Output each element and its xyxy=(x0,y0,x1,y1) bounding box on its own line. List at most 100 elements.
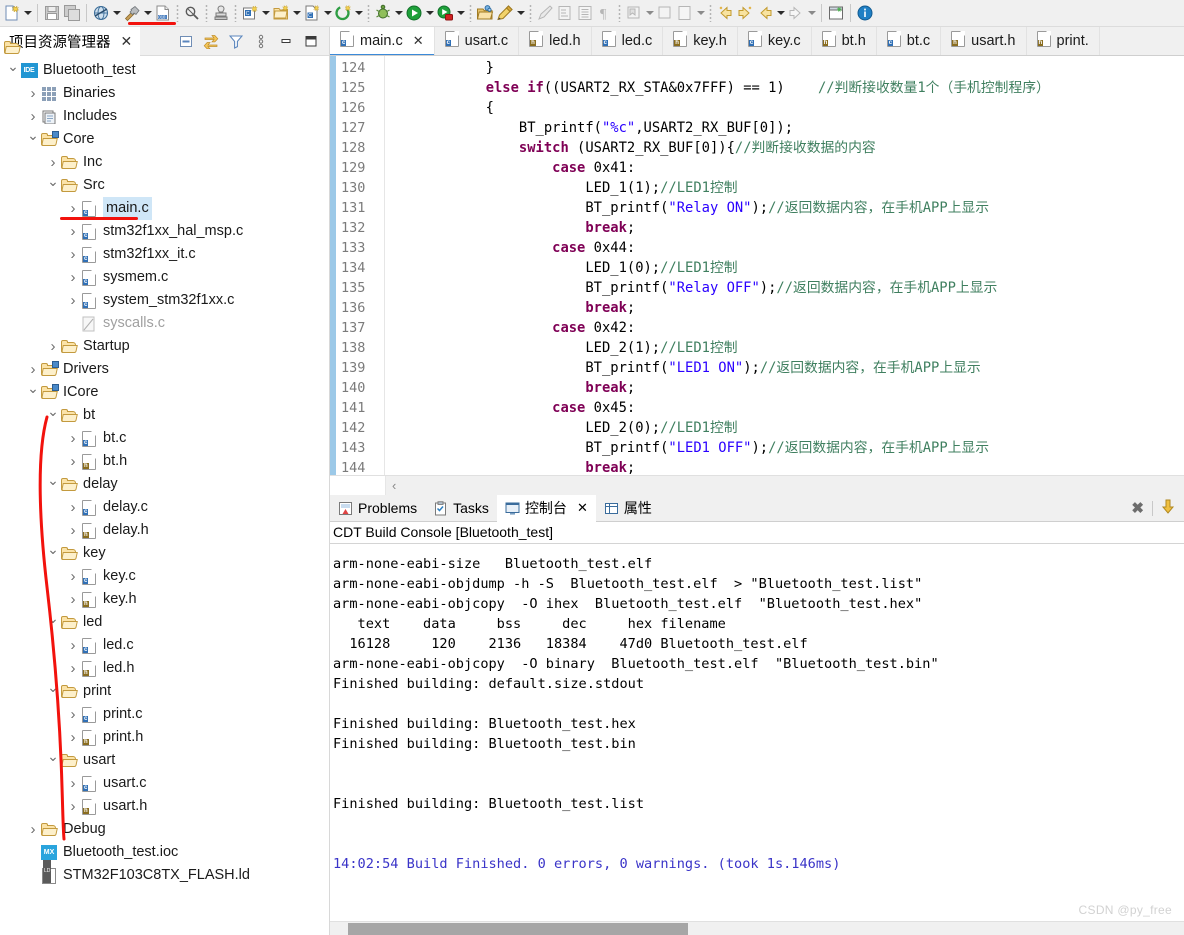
editor-tab-key-c[interactable]: c key.c xyxy=(737,27,812,55)
chevron-right-icon[interactable]: › xyxy=(26,818,40,841)
maximize-icon[interactable] xyxy=(302,32,320,50)
tree-item-debug[interactable]: › Debug xyxy=(0,818,330,841)
scrollbar-thumb[interactable] xyxy=(348,923,688,935)
minimize-icon[interactable] xyxy=(277,32,295,50)
chevron-right-icon[interactable]: › xyxy=(66,726,80,749)
prev-icon[interactable] xyxy=(755,3,775,23)
tree-item-system-stm32f1xx-c[interactable]: › c system_stm32f1xx.c xyxy=(0,289,330,312)
chevron-right-icon[interactable]: › xyxy=(66,427,80,450)
debug-dropdown-arrow[interactable] xyxy=(393,3,404,23)
bookmark-dropdown-arrow[interactable] xyxy=(644,3,655,23)
new-c-file-dropdown-arrow[interactable] xyxy=(322,3,333,23)
close-icon[interactable]: ✕ xyxy=(577,500,588,516)
pencil-dropdown-arrow[interactable] xyxy=(515,3,526,23)
scroll-left-icon[interactable]: ‹ xyxy=(386,478,396,493)
toolbar-drag-handle[interactable] xyxy=(709,4,712,22)
profile-dropdown-arrow[interactable] xyxy=(455,3,466,23)
chevron-down-icon[interactable]: ⌄ xyxy=(26,124,40,147)
project-tree[interactable]: ⌄ IDE Bluetooth_test › Binaries › Includes ⌄ Cor… xyxy=(0,56,330,887)
run-dropdown-arrow[interactable] xyxy=(424,3,435,23)
editor-tab-print-[interactable]: h print. xyxy=(1026,27,1100,55)
editor-tab-main-c[interactable]: c main.c ✕ xyxy=(330,27,435,55)
editor-horizontal-scrollbar[interactable]: ‹ xyxy=(330,475,1184,495)
tree-item-main-c[interactable]: › c main.c xyxy=(0,197,330,220)
tree-item-print[interactable]: ⌄ print xyxy=(0,679,330,703)
back-icon[interactable] xyxy=(715,3,735,23)
new-source-icon[interactable] xyxy=(333,3,353,23)
toolbar-drag-handle[interactable] xyxy=(469,4,472,22)
build-hammer-dropdown-arrow[interactable] xyxy=(142,3,153,23)
tree-item-led[interactable]: ⌄ led xyxy=(0,610,330,634)
code-editor[interactable]: 124 125 126 127 128 129 130 131 132 133 134 135 136 1… xyxy=(330,56,1184,475)
chevron-right-icon[interactable]: › xyxy=(66,634,80,657)
tree-item-led-c[interactable]: › c led.c xyxy=(0,634,330,657)
tree-item-binaries[interactable]: › Binaries xyxy=(0,82,330,105)
view-menu-icon[interactable] xyxy=(252,32,270,50)
tree-item-key[interactable]: ⌄ key xyxy=(0,541,330,565)
new-folder-icon[interactable] xyxy=(271,3,291,23)
tree-item-usart-h[interactable]: › h usart.h xyxy=(0,795,330,818)
chevron-right-icon[interactable]: › xyxy=(26,82,40,105)
close-icon[interactable]: ✕ xyxy=(413,33,424,49)
scroll-lock-button[interactable] xyxy=(1161,499,1175,517)
new-folder-dropdown-arrow[interactable] xyxy=(291,3,302,23)
perspective-icon[interactable] xyxy=(826,3,846,23)
chevron-right-icon[interactable]: › xyxy=(66,588,80,611)
chevron-right-icon[interactable]: › xyxy=(66,519,80,542)
toolbar-drag-handle[interactable] xyxy=(205,4,208,22)
save-all-icon[interactable] xyxy=(62,3,82,23)
page-dropdown-arrow[interactable] xyxy=(695,3,706,23)
tree-item-key-c[interactable]: › c key.c xyxy=(0,565,330,588)
chevron-right-icon[interactable]: › xyxy=(66,496,80,519)
editor-tab-bt-h[interactable]: h bt.h xyxy=(811,27,877,55)
profile-icon[interactable] xyxy=(435,3,455,23)
chevron-down-icon[interactable]: ⌄ xyxy=(46,676,60,699)
save-icon[interactable] xyxy=(42,3,62,23)
console-tab-2[interactable]: 控制台 ✕ xyxy=(496,494,596,522)
chevron-right-icon[interactable]: › xyxy=(66,289,80,312)
tree-item-bt-c[interactable]: › c bt.c xyxy=(0,427,330,450)
source-code-text[interactable]: } else if((USART2_RX_STA&0x7FFF) == 1) /… xyxy=(386,56,1184,475)
chevron-right-icon[interactable]: › xyxy=(66,220,80,243)
chevron-down-icon[interactable]: ⌄ xyxy=(46,170,60,193)
filter-icon[interactable] xyxy=(227,32,245,50)
chevron-right-icon[interactable]: › xyxy=(46,335,60,358)
tree-item-usart[interactable]: ⌄ usart xyxy=(0,748,330,772)
tree-item-includes[interactable]: › Includes xyxy=(0,105,330,128)
tree-item-stm32f103c8tx-flash-ld[interactable]: LD STM32F103C8TX_FLASH.ld xyxy=(0,859,330,887)
tree-item-delay[interactable]: ⌄ delay xyxy=(0,472,330,496)
close-icon[interactable]: ✕ xyxy=(121,34,133,48)
chevron-down-icon[interactable]: ⌄ xyxy=(46,538,60,561)
debug-icon[interactable] xyxy=(373,3,393,23)
chevron-down-icon[interactable]: ⌄ xyxy=(46,607,60,630)
new-source-dropdown-arrow[interactable] xyxy=(353,3,364,23)
chevron-right-icon[interactable]: › xyxy=(66,266,80,289)
tree-item-startup[interactable]: › Startup xyxy=(0,335,330,358)
tree-item-stm32f1xx-hal-msp-c[interactable]: › c stm32f1xx_hal_msp.c xyxy=(0,220,330,243)
tree-item-drivers[interactable]: › Drivers xyxy=(0,358,330,381)
tree-item-delay-c[interactable]: › c delay.c xyxy=(0,496,330,519)
editor-tab-key-h[interactable]: h key.h xyxy=(663,27,738,55)
info-icon[interactable] xyxy=(855,3,875,23)
chevron-down-icon[interactable]: ⌄ xyxy=(46,745,60,768)
console-output[interactable]: arm-none-eabi-size Bluetooth_test.elf arm… xyxy=(330,544,1184,874)
console-tab-0[interactable]: Problems xyxy=(330,495,425,522)
tree-item-bluetooth-test[interactable]: ⌄ IDE Bluetooth_test xyxy=(0,58,330,82)
toolbar-drag-handle[interactable] xyxy=(367,4,370,22)
tree-item-syscalls-c[interactable]: syscalls.c xyxy=(0,312,330,335)
console-tab-1[interactable]: Tasks xyxy=(425,495,497,522)
tree-item-usart-c[interactable]: › c usart.c xyxy=(0,772,330,795)
new-c-file-icon[interactable]: C xyxy=(302,3,322,23)
search-icon[interactable] xyxy=(182,3,202,23)
build-hammer-icon[interactable] xyxy=(122,3,142,23)
editor-tab-bt-c[interactable]: c bt.c xyxy=(876,27,942,55)
prev-dropdown-arrow[interactable] xyxy=(775,3,786,23)
console-tab-3[interactable]: 属性 xyxy=(596,495,660,522)
chevron-down-icon[interactable]: ⌄ xyxy=(26,377,40,400)
toolbar-drag-handle[interactable] xyxy=(529,4,532,22)
tree-item-print-c[interactable]: › c print.c xyxy=(0,703,330,726)
binary-file-icon[interactable]: 010 xyxy=(153,3,173,23)
chevron-right-icon[interactable]: › xyxy=(66,657,80,680)
chevron-right-icon[interactable]: › xyxy=(66,795,80,818)
tree-item-src[interactable]: ⌄ Src xyxy=(0,173,330,197)
